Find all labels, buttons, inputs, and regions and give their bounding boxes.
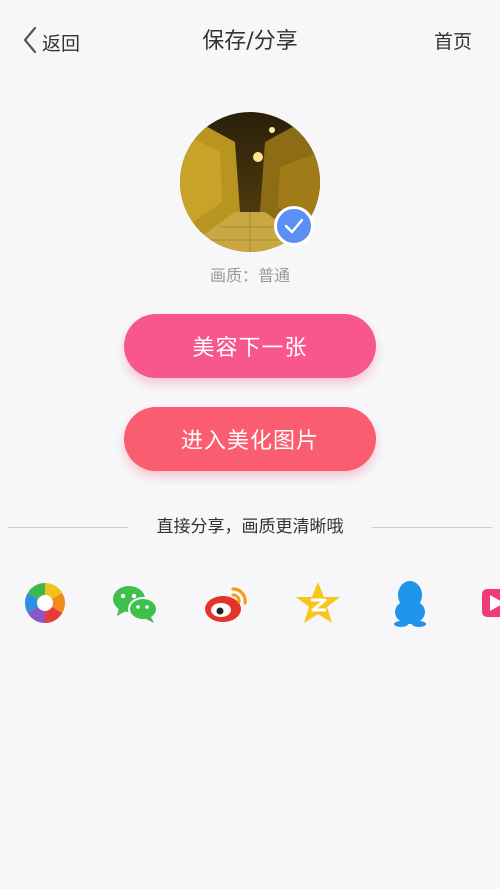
divider-line-right <box>372 527 492 528</box>
beautify-button[interactable]: 进入美化图片 <box>124 407 376 471</box>
share-divider: 直接分享，画质更清晰哦 <box>0 513 500 541</box>
photo-preview <box>180 112 320 252</box>
video-play-icon[interactable] <box>470 578 500 628</box>
quality-label: 画质：普通 <box>209 266 290 285</box>
qq-icon[interactable] <box>385 578 435 628</box>
share-targets <box>0 578 500 628</box>
wechat-icon[interactable] <box>110 578 160 628</box>
qzone-icon[interactable] <box>293 578 343 628</box>
selected-check-icon <box>274 206 314 246</box>
page-title: 保存/分享 <box>202 29 298 54</box>
weibo-icon[interactable] <box>202 578 252 628</box>
next-photo-button[interactable]: 美容下一张 <box>124 314 376 378</box>
top-bar: 返回 保存/分享 首页 <box>0 0 500 84</box>
camera-aperture-icon[interactable] <box>20 578 70 628</box>
home-button[interactable]: 首页 <box>434 26 472 58</box>
